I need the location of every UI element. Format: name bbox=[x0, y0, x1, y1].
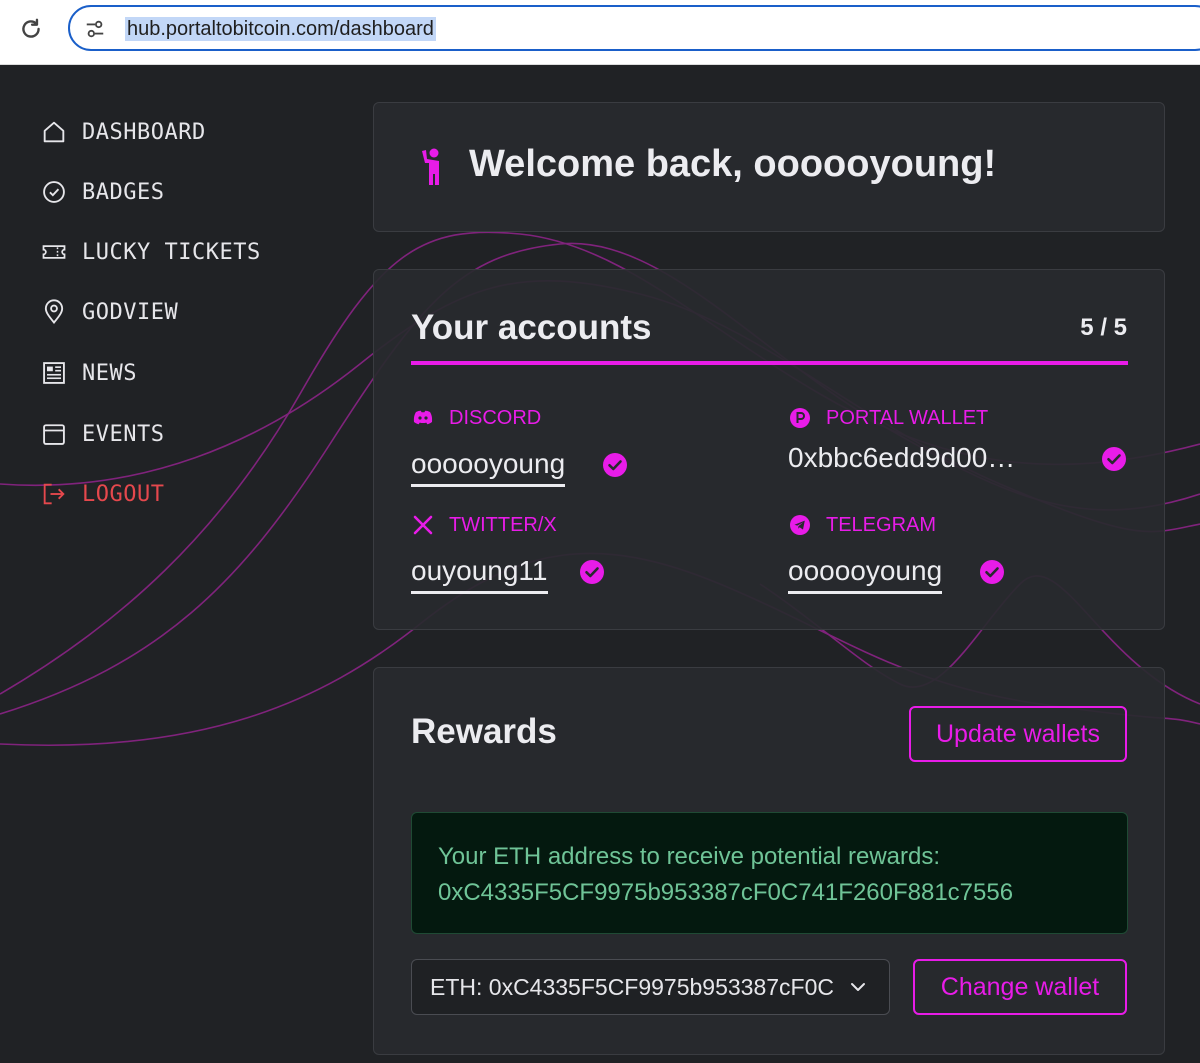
accounts-count: 5 / 5 bbox=[1080, 314, 1127, 341]
sidebar-item-news[interactable]: NEWS bbox=[40, 353, 137, 393]
sidebar-item-dashboard[interactable]: DASHBOARD bbox=[40, 112, 206, 152]
sidebar-item-label: GODVIEW bbox=[82, 299, 179, 325]
calendar-icon bbox=[43, 424, 65, 445]
site-settings-icon[interactable] bbox=[84, 18, 106, 40]
badge-check-icon bbox=[43, 181, 65, 203]
accounts-title: Your accounts bbox=[411, 308, 652, 347]
discord-icon bbox=[413, 410, 433, 425]
sidebar-item-label: BADGES bbox=[82, 179, 165, 205]
account-twitter: TWITTER/X ouyoung11 bbox=[411, 513, 751, 603]
eth-address-text: 0xC4335F5CF9975b953387cF0C741F260F881c75… bbox=[438, 879, 1014, 906]
map-pin-icon bbox=[44, 299, 64, 324]
address-bar[interactable]: hub.portaltobitcoin.com/dashboard bbox=[68, 5, 1200, 51]
ticket-icon bbox=[42, 245, 66, 259]
account-value[interactable]: oooooyoung bbox=[411, 448, 566, 487]
verified-check-icon bbox=[580, 560, 604, 584]
sidebar-item-label: LOGOUT bbox=[82, 481, 165, 507]
verified-check-icon bbox=[1102, 447, 1126, 471]
account-label: TWITTER/X bbox=[411, 513, 557, 537]
welcome-card: Welcome back, oooooyoung! bbox=[373, 102, 1165, 232]
update-wallets-button[interactable]: Update wallets bbox=[909, 706, 1127, 762]
chevron-down-icon bbox=[851, 983, 865, 991]
account-value: 0xbbc6edd9d00… bbox=[788, 442, 1016, 473]
account-value[interactable]: ouyoung11 bbox=[411, 555, 548, 594]
waving-person-icon bbox=[422, 148, 439, 185]
sidebar-item-label: EVENTS bbox=[82, 421, 165, 447]
eth-address-notice: Your ETH address to receive potential re… bbox=[411, 812, 1128, 934]
account-label-text: PORTAL WALLET bbox=[826, 406, 989, 429]
reload-icon[interactable] bbox=[18, 16, 44, 42]
account-value[interactable]: oooooyoung bbox=[788, 555, 943, 594]
account-label-text: TWITTER/X bbox=[449, 513, 557, 536]
wallet-select-value: ETH: 0xC4335F5CF9975b953387cF0C741F260F8… bbox=[430, 974, 835, 1000]
browser-toolbar: hub.portaltobitcoin.com/dashboard bbox=[0, 0, 1200, 65]
sidebar-item-godview[interactable]: GODVIEW bbox=[40, 292, 178, 332]
sidebar-item-label: LUCKY TICKETS bbox=[82, 239, 261, 265]
x-icon bbox=[413, 515, 433, 535]
accounts-divider bbox=[411, 361, 1128, 365]
account-label: TELEGRAM bbox=[788, 513, 936, 537]
home-icon bbox=[43, 121, 65, 143]
account-discord: DISCORD oooooyoung bbox=[411, 406, 751, 496]
eth-notice-text: Your ETH address to receive potential re… bbox=[438, 843, 941, 870]
change-wallet-button[interactable]: Change wallet bbox=[913, 959, 1127, 1015]
accounts-card: Your accounts 5 / 5 DISCORD oooooyoung P… bbox=[373, 269, 1165, 630]
sidebar-item-logout[interactable]: LOGOUT bbox=[40, 474, 164, 514]
account-portal-wallet: PORTAL WALLET 0xbbc6edd9d00… bbox=[788, 406, 1128, 496]
verified-check-icon bbox=[603, 453, 627, 477]
welcome-heading: Welcome back, oooooyoung! bbox=[469, 143, 997, 185]
rewards-title: Rewards bbox=[411, 712, 557, 751]
sidebar-item-label: DASHBOARD bbox=[82, 119, 206, 145]
rewards-card: Rewards Update wallets Your ETH address … bbox=[373, 667, 1165, 1055]
telegram-icon bbox=[790, 515, 810, 535]
sidebar-item-events[interactable]: EVENTS bbox=[40, 414, 164, 454]
account-label-text: DISCORD bbox=[449, 406, 542, 429]
sidebar-item-badges[interactable]: BADGES bbox=[40, 172, 164, 212]
sidebar-item-label: NEWS bbox=[82, 360, 137, 386]
portal-wallet-icon bbox=[790, 408, 810, 428]
account-label-text: TELEGRAM bbox=[826, 513, 937, 536]
verified-check-icon bbox=[980, 560, 1004, 584]
account-label: PORTAL WALLET bbox=[788, 406, 988, 430]
account-telegram: TELEGRAM oooooyoung bbox=[788, 513, 1128, 603]
url-text[interactable]: hub.portaltobitcoin.com/dashboard bbox=[125, 17, 436, 41]
sidebar-item-lucky-tickets[interactable]: LUCKY TICKETS bbox=[40, 232, 261, 272]
account-label: DISCORD bbox=[411, 406, 541, 430]
newspaper-icon bbox=[43, 362, 65, 384]
wallet-select[interactable]: ETH: 0xC4335F5CF9975b953387cF0C741F260F8… bbox=[411, 959, 890, 1015]
logout-icon bbox=[43, 483, 65, 505]
